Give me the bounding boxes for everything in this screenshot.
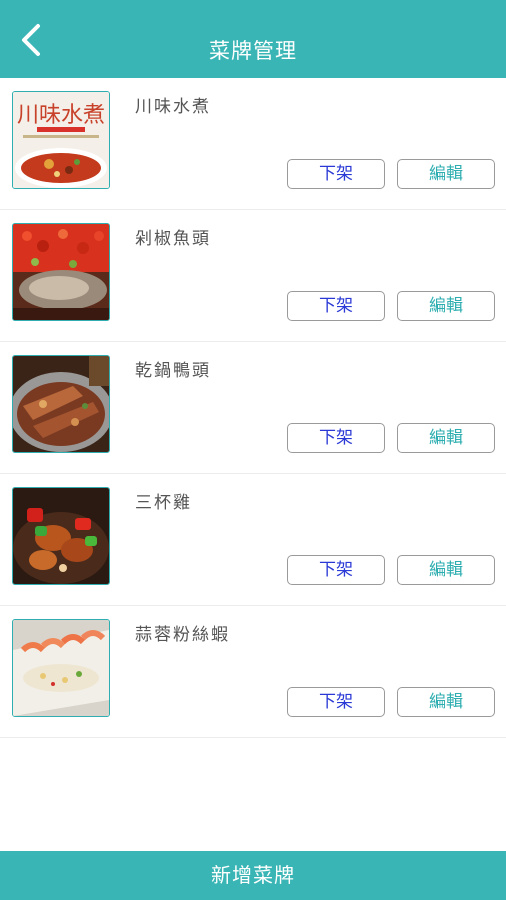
dish-row: 三杯雞 下架 編輯 — [0, 474, 506, 606]
dish-thumbnail[interactable] — [12, 355, 110, 453]
dish-thumbnail[interactable] — [12, 619, 110, 717]
dish-name: 剁椒魚頭 — [135, 229, 211, 249]
dish-photo-fish-head — [13, 224, 109, 320]
chevron-left-icon — [22, 24, 40, 56]
unlist-button[interactable]: 下架 — [287, 159, 385, 189]
dish-photo-garlic-shrimp — [13, 620, 109, 716]
edit-button[interactable]: 編輯 — [397, 423, 495, 453]
app-root: 菜牌管理 川味水煮 川味水煮 下架 編輯 剁椒魚頭 下架 編輯 乾鍋鴨頭 下架 … — [0, 0, 506, 900]
dish-name: 乾鍋鴨頭 — [135, 361, 211, 381]
dish-row: 剁椒魚頭 下架 編輯 — [0, 210, 506, 342]
edit-button[interactable]: 編輯 — [397, 555, 495, 585]
page-title: 菜牌管理 — [209, 39, 297, 63]
dish-thumbnail[interactable] — [12, 223, 110, 321]
dish-name: 蒜蓉粉絲蝦 — [135, 625, 230, 645]
thumb-logo-text: 川味水煮 — [17, 103, 105, 128]
dish-name: 川味水煮 — [135, 97, 211, 117]
dish-photo-duck-head — [13, 356, 109, 452]
add-menu-button[interactable]: 新增菜牌 — [0, 851, 506, 900]
unlist-button[interactable]: 下架 — [287, 687, 385, 717]
dish-row: 川味水煮 川味水煮 下架 編輯 — [0, 78, 506, 210]
dish-row: 蒜蓉粉絲蝦 下架 編輯 — [0, 606, 506, 738]
edit-button[interactable]: 編輯 — [397, 291, 495, 321]
edit-button[interactable]: 編輯 — [397, 687, 495, 717]
header-bar: 菜牌管理 — [0, 0, 506, 78]
dish-list: 川味水煮 川味水煮 下架 編輯 剁椒魚頭 下架 編輯 乾鍋鴨頭 下架 編輯 三杯… — [0, 78, 506, 738]
back-button[interactable] — [14, 22, 50, 58]
unlist-button[interactable]: 下架 — [287, 423, 385, 453]
dish-photo-three-cup-chicken — [13, 488, 109, 584]
dish-thumbnail[interactable] — [12, 487, 110, 585]
dish-row: 乾鍋鴨頭 下架 編輯 — [0, 342, 506, 474]
dish-thumbnail[interactable]: 川味水煮 — [12, 91, 110, 189]
unlist-button[interactable]: 下架 — [287, 555, 385, 585]
unlist-button[interactable]: 下架 — [287, 291, 385, 321]
edit-button[interactable]: 編輯 — [397, 159, 495, 189]
dish-name: 三杯雞 — [135, 493, 192, 513]
dish-photo-sichuan: 川味水煮 — [13, 92, 109, 188]
